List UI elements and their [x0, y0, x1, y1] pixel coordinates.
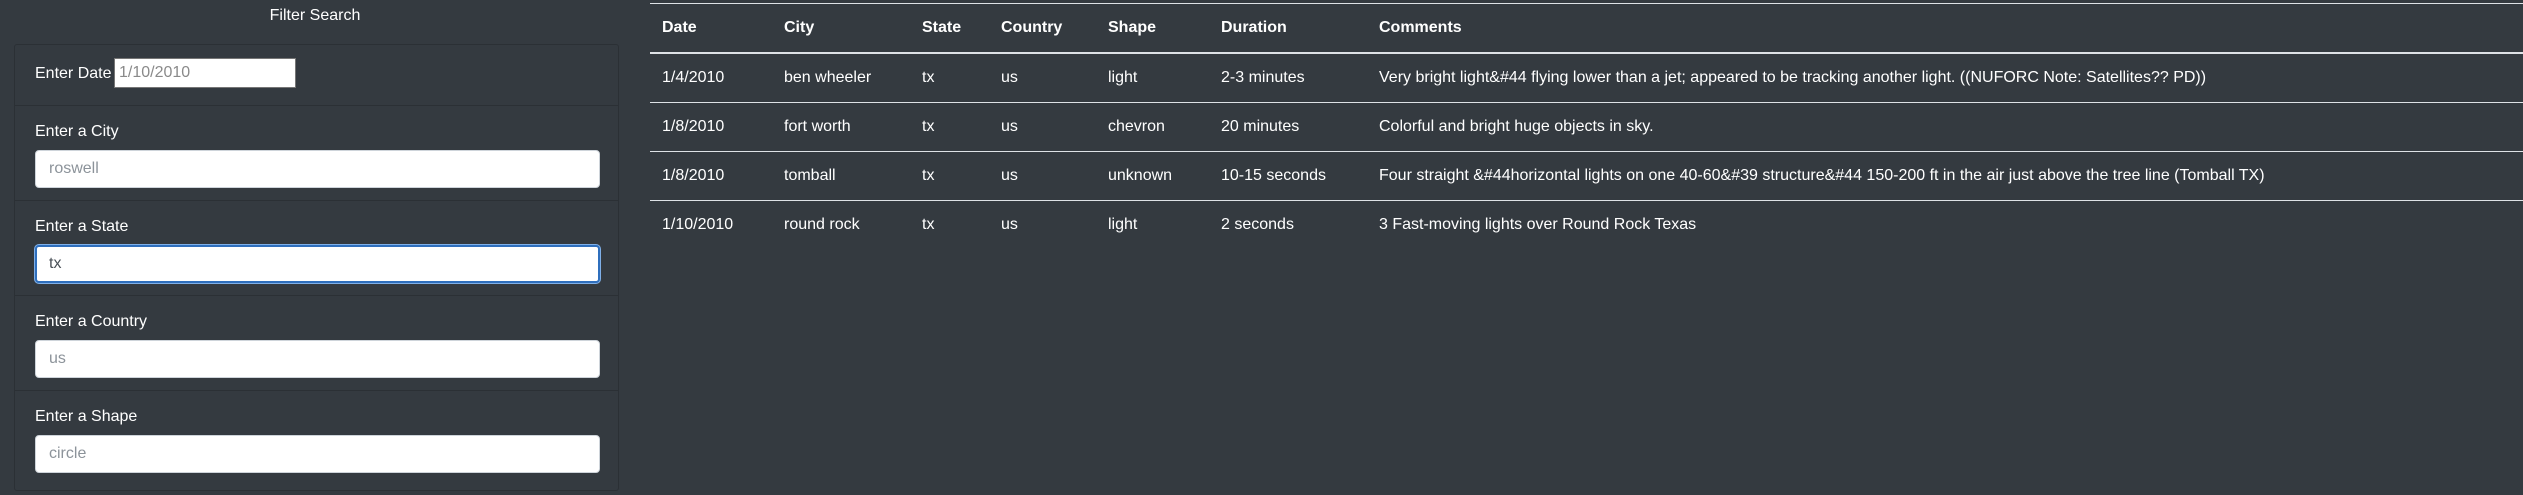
- filter-item-shape: Enter a Shape: [15, 391, 618, 489]
- cell-country: us: [1001, 216, 1018, 233]
- filter-item-country: Enter a Country: [15, 296, 618, 391]
- cell-duration: 20 minutes: [1209, 102, 1367, 152]
- ufo-table: Date City State Country Shape Duration C…: [650, 3, 2523, 249]
- cell-date: 1/10/2010: [662, 216, 734, 233]
- cell-shape: chevron: [1096, 102, 1209, 152]
- table-row: 1/10/2010 round rock tx us light 2 secon…: [650, 201, 2523, 250]
- cell-country: us: [989, 151, 1096, 201]
- cell-city: fort worth: [772, 102, 910, 152]
- date-label: Enter Date: [35, 65, 112, 82]
- header-row: Date City State Country Shape Duration C…: [650, 3, 2523, 54]
- date-input[interactable]: [114, 58, 296, 88]
- table-row: 1/8/2010 tomball tx us unknown 10-15 sec…: [650, 151, 2523, 201]
- table-body: 1/4/2010 ben wheeler tx us light 2-3 min…: [650, 53, 2523, 249]
- cell-date: 1/8/2010: [650, 102, 772, 152]
- filter-item-date: Enter Date: [15, 45, 618, 106]
- filter-panel: Filter Search Enter Date Enter a City En…: [0, 0, 630, 495]
- header-city: City: [772, 3, 910, 54]
- filter-list: Enter Date Enter a City Enter a State En…: [14, 44, 619, 491]
- table-row: 1/4/2010 ben wheeler tx us light 2-3 min…: [650, 53, 2523, 103]
- header-country: Country: [989, 3, 1096, 54]
- cell-date: 1/4/2010: [650, 53, 772, 103]
- header-comments: Comments: [1367, 3, 2523, 54]
- country-label: Enter a Country: [35, 313, 148, 330]
- filter-title: Filter Search: [269, 7, 361, 24]
- header-shape: Shape: [1096, 3, 1209, 54]
- cell-country: us: [989, 53, 1096, 103]
- state-label: Enter a State: [35, 218, 129, 235]
- page: Filter Search Enter Date Enter a City En…: [0, 0, 2523, 495]
- cell-comments: 3 Fast-moving lights over Round Rock Tex…: [1379, 216, 1697, 233]
- cell-state: tx: [910, 151, 989, 201]
- city-label: Enter a City: [35, 123, 119, 140]
- cell-state: tx: [910, 102, 989, 152]
- cell-city: tomball: [772, 151, 910, 201]
- country-input[interactable]: [35, 340, 600, 378]
- cell-country: us: [989, 102, 1096, 152]
- cell-shape: unknown: [1096, 151, 1209, 201]
- cell-city: round rock: [784, 216, 860, 233]
- cell-comments: Very bright light&#44 flying lower than …: [1367, 53, 2523, 103]
- cell-city: ben wheeler: [772, 53, 910, 103]
- filter-item-state: Enter a State: [15, 201, 618, 296]
- city-input[interactable]: [35, 150, 600, 188]
- cell-shape: light: [1096, 53, 1209, 103]
- shape-input[interactable]: [35, 435, 600, 473]
- cell-comments: Colorful and bright huge objects in sky.: [1367, 102, 2523, 152]
- cell-date: 1/8/2010: [650, 151, 772, 201]
- shape-label: Enter a Shape: [35, 408, 138, 425]
- table-row: 1/8/2010 fort worth tx us chevron 20 min…: [650, 102, 2523, 152]
- header-state: State: [910, 3, 989, 54]
- results-area: Date City State Country Shape Duration C…: [650, 3, 2523, 249]
- state-input[interactable]: [35, 245, 600, 283]
- cell-comments: Four straight &#44horizontal lights on o…: [1367, 151, 2523, 201]
- header-date: Date: [650, 3, 772, 54]
- filter-item-city: Enter a City: [15, 106, 618, 201]
- cell-duration: 2-3 minutes: [1209, 53, 1367, 103]
- cell-state: tx: [922, 216, 935, 233]
- cell-shape: light: [1108, 216, 1138, 233]
- cell-duration: 2 seconds: [1221, 216, 1294, 233]
- cell-duration: 10-15 seconds: [1209, 151, 1367, 201]
- cell-state: tx: [910, 53, 989, 103]
- table-header: Date City State Country Shape Duration C…: [650, 3, 2523, 54]
- header-duration: Duration: [1209, 3, 1367, 54]
